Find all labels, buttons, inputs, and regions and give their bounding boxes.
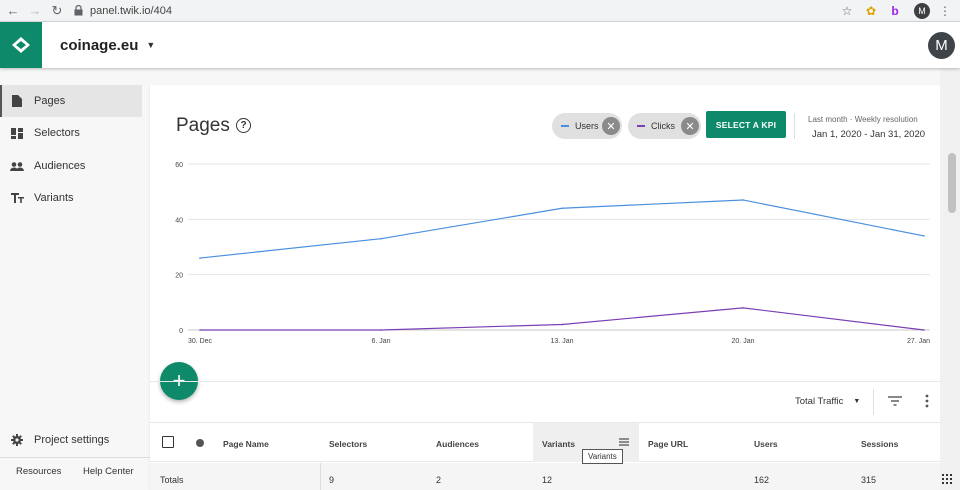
y-tick-label: 40 [175, 217, 183, 224]
caret-down-icon: ▼ [853, 398, 861, 405]
x-tick-label: 27. Jan [907, 338, 930, 345]
sidebar-item-label: Variants [34, 192, 74, 204]
x-tick-label: 13. Jan [551, 338, 574, 345]
more-options-icon[interactable] [924, 394, 930, 408]
table-header-row: Page Name Selectors Audiences Variants P… [150, 422, 940, 462]
col-users[interactable]: Users [754, 439, 778, 449]
forward-icon[interactable]: → [26, 2, 44, 20]
app-header: coinage.eu ▼ M [0, 22, 960, 68]
traffic-select[interactable]: Total Traffic ▼ [795, 396, 860, 407]
x-tick-label: 6. Jan [371, 338, 390, 345]
column-divider [320, 463, 321, 490]
col-audiences[interactable]: Audiences [436, 439, 479, 449]
data-point-users[interactable] [923, 235, 925, 237]
project-settings-link[interactable]: Project settings [0, 424, 142, 456]
text-icon [10, 191, 24, 205]
data-point-users[interactable] [561, 207, 563, 210]
data-point-clicks[interactable] [380, 329, 382, 331]
totals-label: Totals [160, 475, 184, 485]
data-point-clicks[interactable] [199, 329, 201, 331]
gear-icon [10, 433, 24, 447]
help-center-link[interactable]: Help Center [83, 466, 134, 477]
col-sessions[interactable]: Sessions [861, 439, 898, 449]
sidebar-item-pages[interactable]: Pages [0, 85, 142, 117]
data-point-clicks[interactable] [923, 329, 925, 331]
data-point-clicks[interactable] [561, 323, 563, 326]
scrollbar-thumb[interactable] [948, 153, 956, 213]
data-point-clicks[interactable] [742, 307, 744, 309]
back-icon[interactable]: ← [4, 2, 22, 20]
status-dot-icon [196, 439, 204, 447]
x-tick-label: 30. Dec [188, 338, 213, 345]
y-tick-label: 60 [175, 162, 183, 169]
data-point-users[interactable] [742, 199, 744, 201]
people-icon [10, 159, 24, 173]
line-chart: 0 20 40 60 30. Dec 6. Jan 13. Jan 20. Jan 27. Ja… [175, 162, 930, 345]
series-line-clicks [200, 307, 925, 331]
bookmark-star-icon[interactable]: ☆ [838, 2, 856, 20]
column-menu-icon[interactable] [619, 438, 629, 446]
table-top-divider [150, 381, 940, 382]
sidebar-item-selectors[interactable]: Selectors [0, 117, 142, 149]
app-logo[interactable] [0, 22, 42, 68]
x-tick-label: 20. Jan [732, 338, 755, 345]
filter-icon[interactable] [887, 394, 903, 408]
reload-icon[interactable]: ↻ [48, 2, 66, 20]
col-page-name[interactable]: Page Name [223, 439, 269, 449]
totals-sessions: 315 [861, 475, 877, 485]
column-tooltip: Variants [582, 449, 623, 464]
sidebar-divider [0, 457, 150, 458]
toolbar-divider [873, 389, 874, 415]
sidebar-item-audiences[interactable]: Audiences [0, 150, 142, 182]
col-selectors[interactable]: Selectors [329, 439, 367, 449]
sidebar: Pages Selectors Audiences Variants Proje… [0, 68, 150, 490]
extension-icon[interactable]: ✿ [862, 2, 880, 20]
sidebar-item-label: Selectors [34, 127, 80, 139]
page-scrollbar[interactable] [940, 68, 960, 490]
totals-variants: 12 [542, 475, 553, 485]
browser-profile-avatar[interactable]: M [914, 2, 930, 19]
data-point-users[interactable] [380, 237, 382, 240]
traffic-select-value: Total Traffic [795, 396, 844, 407]
browser-toolbar: ← → ↻ panel.twik.io/404 ☆ ✿ b M ⋮ [0, 0, 960, 22]
totals-users: 162 [754, 475, 770, 485]
col-variants[interactable]: Variants [542, 439, 575, 449]
browser-menu-icon[interactable]: ⋮ [936, 2, 954, 20]
project-settings-label: Project settings [34, 434, 110, 446]
extension-b-icon[interactable]: b [886, 2, 904, 20]
sidebar-item-label: Audiences [34, 160, 86, 172]
selectors-icon [10, 126, 24, 140]
site-selector-label[interactable]: coinage.eu [60, 37, 138, 54]
page-icon [10, 94, 24, 108]
data-point-users[interactable] [199, 257, 201, 259]
totals-selectors: 9 [329, 475, 335, 485]
logo-icon [12, 37, 30, 53]
address-bar[interactable]: panel.twik.io/404 [72, 2, 838, 20]
totals-audiences: 2 [436, 475, 442, 485]
url-text: panel.twik.io/404 [90, 4, 172, 17]
col-page-url[interactable]: Page URL [648, 439, 688, 449]
user-avatar[interactable]: M [928, 32, 955, 59]
totals-row: Totals 9 2 12 162 315 [150, 463, 940, 490]
y-tick-label: 0 [179, 328, 183, 335]
pages-card: Pages ? Users ✕ Clicks ✕ SELECT A KPI La… [150, 85, 940, 490]
select-all-checkbox[interactable] [162, 436, 174, 448]
sidebar-item-label: Pages [34, 95, 66, 107]
sidebar-item-variants[interactable]: Variants [0, 182, 142, 214]
lock-icon [72, 5, 84, 17]
caret-down-icon[interactable]: ▼ [146, 40, 155, 50]
grid-icon[interactable] [942, 474, 952, 484]
y-tick-label: 20 [175, 273, 183, 280]
resources-link[interactable]: Resources [16, 466, 61, 477]
